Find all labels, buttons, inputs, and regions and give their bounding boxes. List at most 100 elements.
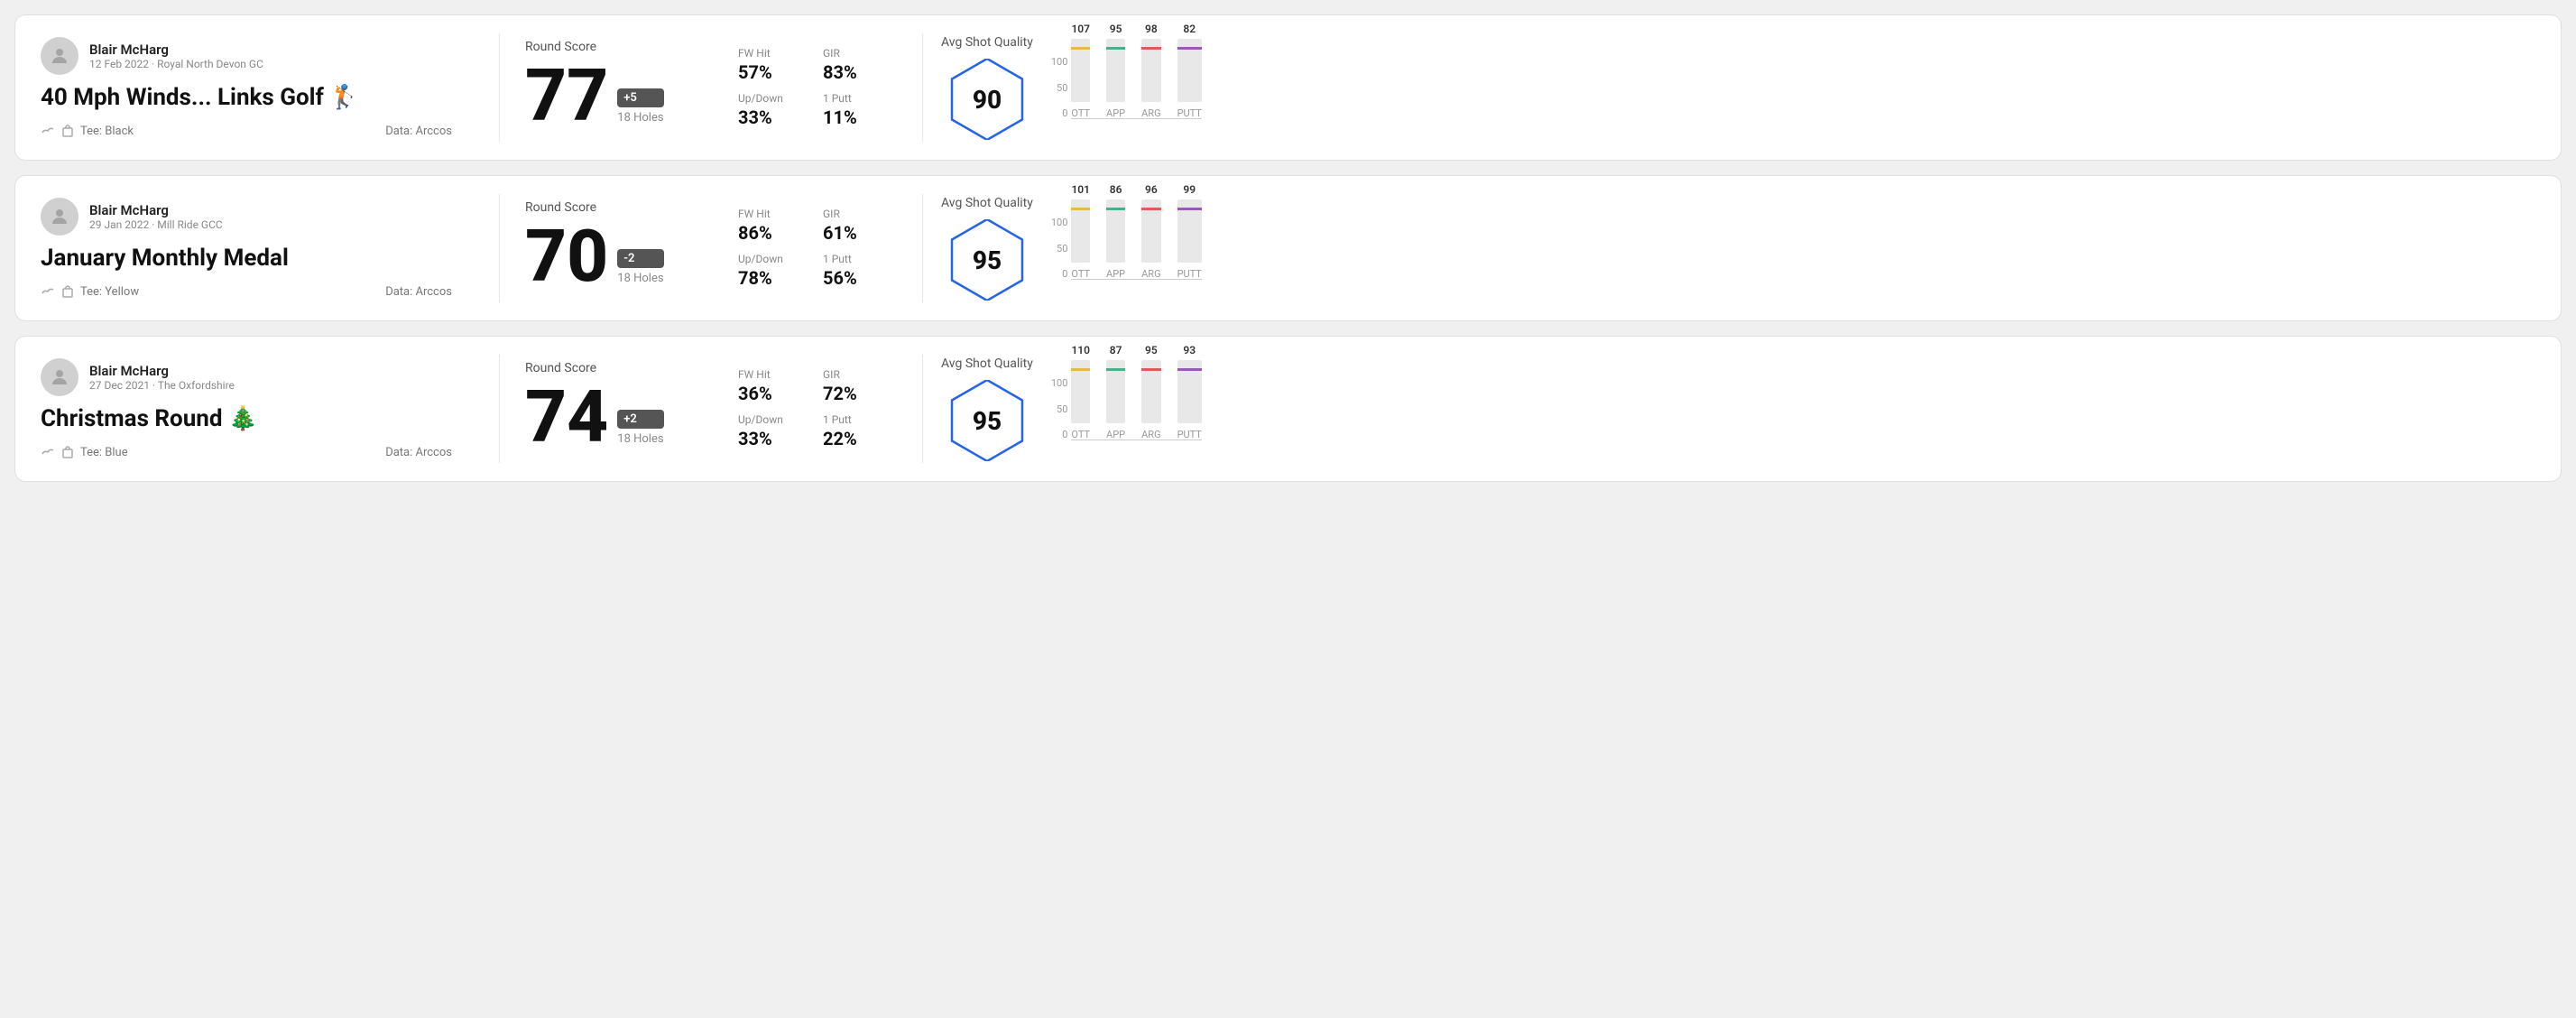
quality-label: Avg Shot Quality [941, 356, 1033, 371]
bar-value: 96 [1145, 183, 1158, 196]
stat-gir: GIR 72% [823, 368, 890, 404]
bar-value: 110 [1071, 344, 1090, 356]
bar-col-app: 86 APP [1106, 183, 1125, 280]
user-name: Blair McHarg [89, 42, 263, 58]
user-row: Blair McHarg 29 Jan 2022 · Mill Ride GCC [41, 198, 452, 236]
divider2 [922, 355, 923, 463]
y-label-50: 50 [1057, 403, 1067, 415]
bar-value: 86 [1110, 183, 1122, 196]
stat-fw-hit-label: FW Hit [738, 47, 805, 60]
bar-axis-label: APP [1106, 429, 1125, 440]
score-holes: 18 Holes [617, 432, 663, 446]
score-section: Round Score 70 -2 18 Holes [525, 200, 724, 296]
divider2 [922, 33, 923, 142]
bar-axis-label: APP [1106, 107, 1125, 119]
bar-wrap [1106, 360, 1125, 423]
tee-row: Tee: Blue Data: Arccos [41, 445, 452, 459]
score-badge-col: +5 18 Holes [617, 88, 663, 132]
round-card: Blair McHarg 29 Jan 2022 · Mill Ride GCC… [14, 175, 2562, 321]
tee-row: Tee: Black Data: Arccos [41, 124, 452, 138]
score-badge-col: +2 18 Holes [617, 410, 663, 453]
stat-updown-value: 78% [738, 267, 805, 289]
stats-section: FW Hit 36% GIR 72% Up/Down 33% 1 Putt 22… [724, 368, 904, 449]
bar-col-ott: 107 OTT [1071, 23, 1090, 119]
quality-section: Avg Shot Quality 95 100 50 0 110 [941, 356, 2535, 461]
tee-info: Tee: Black [41, 124, 134, 138]
bar-chart: 100 50 0 107 OTT 95 [1051, 38, 2535, 137]
user-info: Blair McHarg 29 Jan 2022 · Mill Ride GCC [89, 202, 223, 231]
bar-value: 82 [1183, 23, 1196, 35]
bar-col-putt: 99 PUTT [1177, 183, 1202, 280]
hexagon: 95 [946, 219, 1028, 301]
user-info: Blair McHarg 12 Feb 2022 · Royal North D… [89, 42, 263, 70]
score-label: Round Score [525, 40, 724, 54]
score-number: 77 [525, 60, 608, 132]
score-label: Round Score [525, 361, 724, 375]
score-main: 74 +2 18 Holes [525, 381, 724, 453]
user-row: Blair McHarg 27 Dec 2021 · The Oxfordshi… [41, 358, 452, 396]
data-source: Data: Arccos [385, 446, 452, 459]
stats-section: FW Hit 86% GIR 61% Up/Down 78% 1 Putt 56… [724, 208, 904, 289]
bar-chart: 100 50 0 101 OTT 86 [1051, 199, 2535, 298]
stat-updown-label: Up/Down [738, 413, 805, 426]
y-label-100: 100 [1051, 217, 1068, 228]
stat-gir-value: 61% [823, 222, 890, 244]
y-label-0: 0 [1062, 107, 1067, 119]
tee-label: Tee: Yellow [80, 285, 139, 299]
svg-text:90: 90 [973, 85, 1002, 115]
avatar [41, 37, 78, 75]
chart-container: 100 50 0 107 OTT 95 [1051, 38, 2535, 137]
stats-grid: FW Hit 36% GIR 72% Up/Down 33% 1 Putt 22… [738, 368, 890, 449]
bar-col-arg: 98 ARG [1141, 23, 1160, 119]
score-label: Round Score [525, 200, 724, 215]
round-title: January Monthly Medal [41, 245, 452, 272]
stat-gir-label: GIR [823, 208, 890, 220]
tee-info: Tee: Blue [41, 445, 128, 459]
score-badge: +5 [617, 88, 663, 107]
stat-updown-value: 33% [738, 428, 805, 449]
data-source: Data: Arccos [385, 125, 452, 138]
chart-bars: 110 OTT 87 APP 95 [1071, 359, 1201, 458]
tee-label: Tee: Blue [80, 446, 128, 459]
stat-fw-hit-value: 36% [738, 383, 805, 404]
bar-value: 95 [1145, 344, 1158, 356]
bar-wrap [1141, 199, 1160, 263]
y-label-100: 100 [1051, 377, 1068, 389]
user-meta: 12 Feb 2022 · Royal North Devon GC [89, 58, 263, 70]
score-number: 74 [525, 381, 608, 453]
user-name: Blair McHarg [89, 202, 223, 218]
bar-col-app: 87 APP [1106, 344, 1125, 440]
bar-value: 98 [1145, 23, 1158, 35]
bar-axis-label: OTT [1071, 268, 1090, 280]
bar-value: 95 [1110, 23, 1122, 35]
bar-axis-label: OTT [1071, 107, 1090, 119]
bar-axis-label: PUTT [1177, 268, 1202, 280]
bar-wrap [1071, 39, 1090, 102]
bar-axis-label: PUTT [1177, 107, 1202, 119]
y-label-0: 0 [1062, 429, 1067, 440]
chart-container: 100 50 0 101 OTT 86 [1051, 199, 2535, 298]
score-badge-col: -2 18 Holes [617, 249, 663, 292]
chart-bars: 107 OTT 95 APP 98 [1071, 38, 1201, 137]
hexagon: 95 [946, 380, 1028, 461]
stat-fw-hit: FW Hit 36% [738, 368, 805, 404]
score-main: 70 -2 18 Holes [525, 220, 724, 292]
stat-gir: GIR 61% [823, 208, 890, 244]
stats-grid: FW Hit 57% GIR 83% Up/Down 33% 1 Putt 11… [738, 47, 890, 128]
stat-gir-value: 83% [823, 61, 890, 83]
user-name: Blair McHarg [89, 363, 235, 379]
stats-section: FW Hit 57% GIR 83% Up/Down 33% 1 Putt 11… [724, 47, 904, 128]
bar-wrap [1141, 360, 1160, 423]
score-badge: -2 [617, 249, 663, 268]
bar-col-app: 95 APP [1106, 23, 1125, 119]
stat-fw-hit-label: FW Hit [738, 368, 805, 381]
stat-oneputt: 1 Putt 11% [823, 92, 890, 128]
bar-col-ott: 101 OTT [1071, 183, 1090, 280]
weather-icon [41, 124, 55, 138]
left-section: Blair McHarg 27 Dec 2021 · The Oxfordshi… [41, 358, 474, 459]
stat-gir: GIR 83% [823, 47, 890, 83]
tee-info: Tee: Yellow [41, 284, 139, 299]
bar-axis-label: PUTT [1177, 429, 1202, 440]
avatar [41, 198, 78, 236]
bar-value: 93 [1183, 344, 1196, 356]
